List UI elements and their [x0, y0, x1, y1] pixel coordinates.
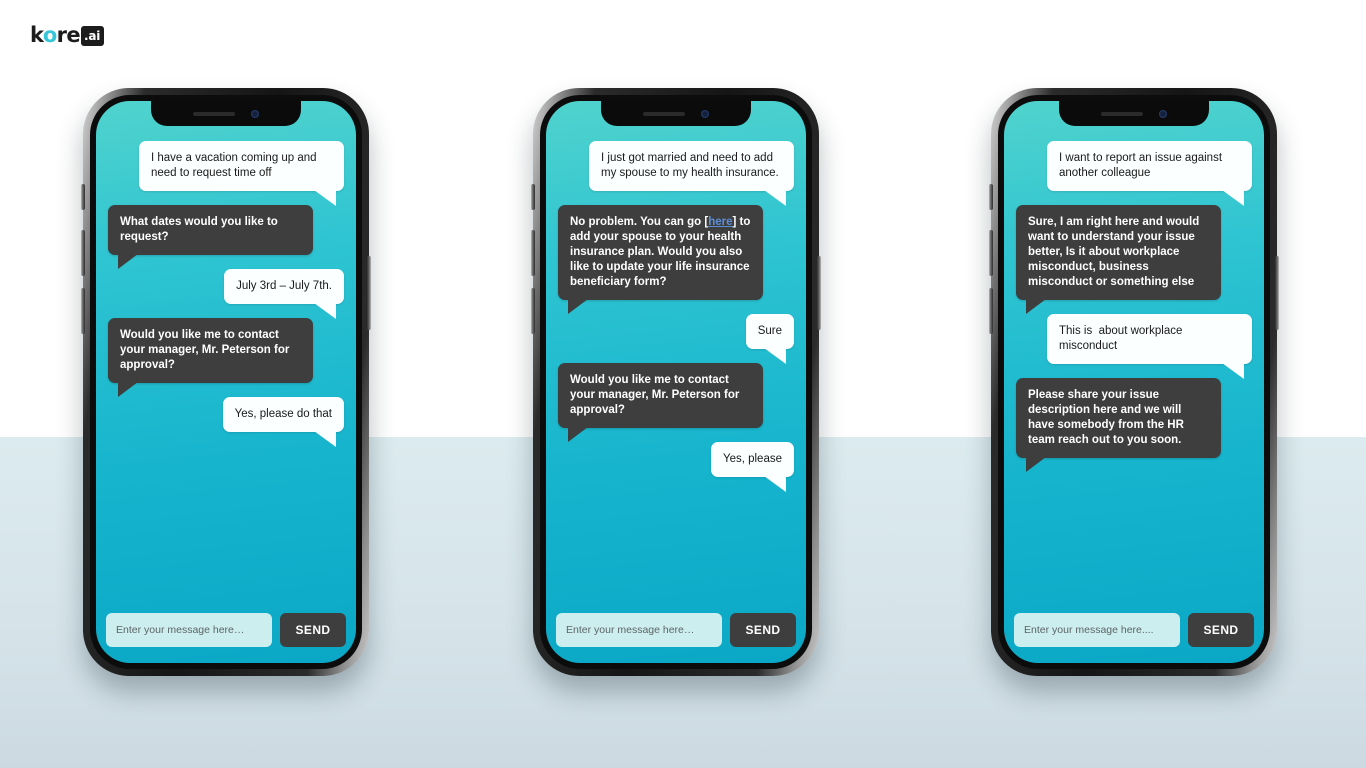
- mute-switch[interactable]: [81, 184, 85, 210]
- send-button[interactable]: SEND: [280, 613, 346, 647]
- message-row: July 3rd – July 7th.: [108, 269, 344, 319]
- message-row: Sure: [558, 314, 794, 364]
- message-composer: SEND: [96, 603, 356, 663]
- front-camera-icon: [701, 109, 709, 118]
- volume-up-button[interactable]: [989, 230, 993, 276]
- message-row: I have a vacation coming up and need to …: [108, 141, 344, 206]
- message-row: This is about workplace misconduct: [1016, 314, 1252, 379]
- kore-ai-logo: kore .ai: [30, 22, 105, 48]
- bot-message-bubble: Sure, I am right here and would want to …: [1016, 205, 1221, 314]
- chat-screen-health-insurance: I just got married and need to add my sp…: [546, 101, 806, 663]
- inline-link[interactable]: here: [708, 216, 732, 228]
- chat-screen-hr-issue: I want to report an issue against anothe…: [1004, 101, 1264, 663]
- phone-bezel: I want to report an issue against anothe…: [998, 95, 1270, 669]
- logo-text-re: re: [56, 22, 81, 47]
- power-button[interactable]: [367, 256, 371, 330]
- volume-up-button[interactable]: [531, 230, 535, 276]
- volume-down-button[interactable]: [531, 288, 535, 334]
- bot-message-bubble: Would you like me to contact your manage…: [558, 363, 763, 442]
- power-button[interactable]: [1275, 256, 1279, 330]
- mute-switch[interactable]: [531, 184, 535, 210]
- message-row: Yes, please: [558, 442, 794, 492]
- message-input[interactable]: [1014, 613, 1180, 647]
- bot-message-text-before-link: No problem. You can go [: [570, 216, 709, 228]
- bot-message-bubble: Would you like me to contact your manage…: [108, 318, 313, 397]
- earpiece-speaker-icon: [193, 111, 235, 116]
- message-input[interactable]: [106, 613, 272, 647]
- phone-notch: [601, 101, 751, 126]
- volume-down-button[interactable]: [81, 288, 85, 334]
- user-message-bubble: Yes, please do that: [222, 397, 344, 447]
- phone-notch: [151, 101, 301, 126]
- message-row: Yes, please do that: [108, 397, 344, 447]
- message-input[interactable]: [556, 613, 722, 647]
- volume-down-button[interactable]: [989, 288, 993, 334]
- mute-switch[interactable]: [989, 184, 993, 210]
- message-list: I have a vacation coming up and need to …: [96, 101, 356, 603]
- front-camera-icon: [251, 109, 259, 118]
- message-row: Would you like me to contact your manage…: [558, 363, 794, 442]
- message-composer: SEND: [546, 603, 806, 663]
- logo-text-k: k: [30, 22, 43, 47]
- user-message-bubble: I want to report an issue against anothe…: [1047, 141, 1252, 206]
- user-message-bubble: I just got married and need to add my sp…: [589, 141, 794, 206]
- earpiece-speaker-icon: [1101, 111, 1143, 116]
- user-message-bubble: Sure: [745, 314, 794, 364]
- user-message-bubble: July 3rd – July 7th.: [224, 269, 344, 319]
- message-row: Would you like me to contact your manage…: [108, 318, 344, 397]
- logo-wordmark: kore: [30, 22, 81, 47]
- volume-up-button[interactable]: [81, 230, 85, 276]
- message-list: I just got married and need to add my sp…: [546, 101, 806, 603]
- bot-message-bubble: What dates would you like to request?: [108, 205, 313, 269]
- logo-ai-badge: .ai: [81, 26, 105, 46]
- message-list: I want to report an issue against anothe…: [1004, 101, 1264, 603]
- phone-mockup-leave-request: I have a vacation coming up and need to …: [81, 88, 371, 676]
- phone-bezel: I have a vacation coming up and need to …: [90, 95, 362, 669]
- earpiece-speaker-icon: [643, 111, 685, 116]
- send-button[interactable]: SEND: [1188, 613, 1254, 647]
- logo-text-o: o: [42, 22, 57, 47]
- phone-mockup-hr-issue: I want to report an issue against anothe…: [989, 88, 1279, 676]
- message-row: Please share your issue description here…: [1016, 378, 1252, 472]
- power-button[interactable]: [817, 256, 821, 330]
- send-button[interactable]: SEND: [730, 613, 796, 647]
- message-row: Sure, I am right here and would want to …: [1016, 205, 1252, 314]
- message-row: What dates would you like to request?: [108, 205, 344, 269]
- message-row: No problem. You can go [here] to add you…: [558, 205, 794, 314]
- message-row: I want to report an issue against anothe…: [1016, 141, 1252, 206]
- phone-notch: [1059, 101, 1209, 126]
- user-message-bubble: Yes, please: [710, 442, 794, 492]
- phone-mockup-health-insurance: I just got married and need to add my sp…: [531, 88, 821, 676]
- message-row: I just got married and need to add my sp…: [558, 141, 794, 206]
- chat-screen-leave-request: I have a vacation coming up and need to …: [96, 101, 356, 663]
- front-camera-icon: [1159, 109, 1167, 118]
- message-composer: SEND: [1004, 603, 1264, 663]
- bot-message-bubble: No problem. You can go [here] to add you…: [558, 205, 763, 314]
- user-message-bubble: This is about workplace misconduct: [1047, 314, 1252, 379]
- user-message-bubble: I have a vacation coming up and need to …: [139, 141, 344, 206]
- bot-message-bubble: Please share your issue description here…: [1016, 378, 1221, 472]
- phone-bezel: I just got married and need to add my sp…: [540, 95, 812, 669]
